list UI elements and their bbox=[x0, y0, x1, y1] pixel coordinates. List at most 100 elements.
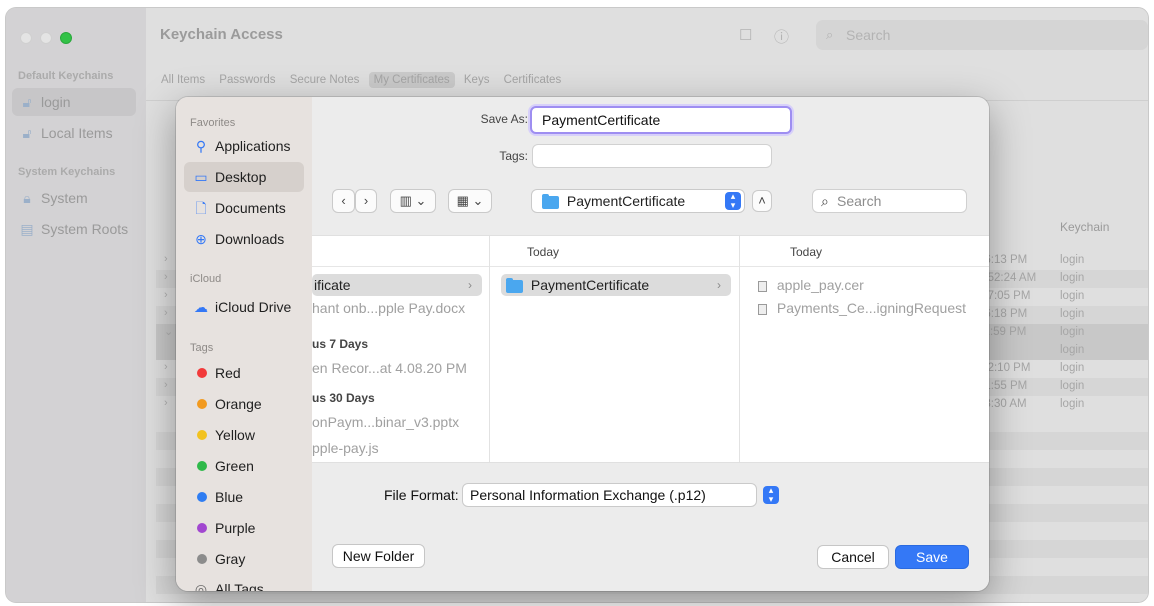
chevron-left-icon: ‹ bbox=[341, 193, 346, 208]
red-tag-dot-icon bbox=[197, 368, 207, 378]
chevron-right-icon[interactable]: › bbox=[164, 379, 168, 391]
chevron-right-icon[interactable]: › bbox=[164, 253, 168, 265]
tab-keys[interactable]: Keys bbox=[459, 72, 495, 88]
divider bbox=[740, 266, 989, 267]
tab-secure-notes[interactable]: Secure Notes bbox=[285, 72, 365, 88]
list-item[interactable]: onPaym...binar_v3.pptx bbox=[312, 411, 482, 433]
group-by-button[interactable]: ▦ ⌄ bbox=[448, 189, 492, 213]
tab-my-certificates[interactable]: My Certificates bbox=[368, 72, 455, 88]
sidebar-tag-purple[interactable]: Purple bbox=[184, 513, 304, 543]
list-item[interactable]: apple_pay.cer bbox=[758, 274, 983, 296]
row-keychain: login bbox=[1060, 398, 1085, 410]
sidebar-item-label: Local Items bbox=[41, 125, 113, 141]
file-format-popup[interactable]: Personal Information Exchange (.p12) bbox=[462, 483, 757, 507]
popup-stepper-icon[interactable]: ▴ ▾ bbox=[763, 486, 779, 504]
sidebar-item-label: Gray bbox=[215, 551, 246, 567]
keychain-sidebar: Default Keychains 🔓︎ login 🔓︎ Local Item… bbox=[6, 8, 146, 602]
sidebar-item-label: Green bbox=[215, 458, 254, 474]
file-name: Payments_Ce...igningRequest bbox=[776, 300, 966, 316]
list-item[interactable]: pple-pay.js bbox=[312, 437, 482, 459]
yellow-tag-dot-icon bbox=[197, 430, 207, 440]
sidebar-item-system[interactable]: 🔒︎ System bbox=[12, 184, 136, 212]
sidebar-tag-red[interactable]: Red bbox=[184, 358, 304, 388]
tags-heading: Tags bbox=[190, 342, 214, 354]
cloud-icon: ☁ bbox=[194, 299, 208, 315]
grid-icon: ▦ ⌄ bbox=[456, 193, 484, 208]
tags-label: Tags: bbox=[499, 149, 528, 163]
save-as-input[interactable]: PaymentCertificate bbox=[530, 106, 792, 134]
sidebar-item-label: Desktop bbox=[215, 169, 267, 185]
sidebar-item-applications[interactable]: ⚲ Applications bbox=[184, 131, 304, 161]
tab-certificates[interactable]: Certificates bbox=[499, 72, 567, 88]
default-keychains-heading: Default Keychains bbox=[18, 70, 114, 82]
chevron-right-icon[interactable]: › bbox=[164, 397, 168, 409]
window-title: Keychain Access bbox=[160, 26, 283, 43]
sidebar-item-label: Orange bbox=[215, 396, 262, 412]
tab-all-items[interactable]: All Items bbox=[156, 72, 210, 88]
keychain-search-field[interactable]: ⌕ Search bbox=[816, 20, 1148, 50]
tab-passwords[interactable]: Passwords bbox=[214, 72, 280, 88]
sidebar-item-login[interactable]: 🔓︎ login bbox=[12, 88, 136, 116]
sidebar-item-label: Yellow bbox=[215, 427, 255, 443]
desktop-icon: ▭ bbox=[194, 169, 208, 185]
minimize-window-button[interactable] bbox=[40, 32, 52, 44]
list-item[interactable]: Payments_Ce...igningRequest bbox=[758, 297, 983, 319]
list-item[interactable]: ificate › bbox=[312, 274, 482, 296]
sidebar-item-documents[interactable]: 🗋︎ Documents bbox=[184, 193, 304, 223]
sidebar-item-icloud-drive[interactable]: ☁ iCloud Drive bbox=[184, 292, 304, 322]
row-keychain: login bbox=[1060, 254, 1085, 266]
sidebar-tag-gray[interactable]: Gray bbox=[184, 544, 304, 574]
search-placeholder: Search bbox=[837, 193, 882, 209]
sidebar-item-downloads[interactable]: ⊕ Downloads bbox=[184, 224, 304, 254]
purple-tag-dot-icon bbox=[197, 523, 207, 533]
chevron-right-icon[interactable]: › bbox=[164, 307, 168, 319]
sidebar-item-local-items[interactable]: 🔓︎ Local Items bbox=[12, 119, 136, 147]
compose-icon[interactable]: ☐ bbox=[739, 26, 752, 44]
sidebar-tag-orange[interactable]: Orange bbox=[184, 389, 304, 419]
favorites-heading: Favorites bbox=[190, 117, 236, 129]
cancel-button[interactable]: Cancel bbox=[817, 545, 889, 569]
chevron-down-icon[interactable]: ⌄ bbox=[164, 325, 173, 338]
file-name: pple-pay.js bbox=[312, 440, 379, 456]
chevron-right-icon: › bbox=[468, 278, 472, 292]
back-button[interactable]: ‹ bbox=[332, 189, 355, 213]
sidebar-tag-green[interactable]: Green bbox=[184, 451, 304, 481]
column-header-keychain[interactable]: Keychain bbox=[1060, 220, 1109, 234]
save-button[interactable]: Save bbox=[895, 545, 969, 569]
zoom-window-button[interactable] bbox=[60, 32, 72, 44]
row-keychain: login bbox=[1060, 380, 1085, 392]
forward-button[interactable]: › bbox=[355, 189, 377, 213]
dialog-search-field[interactable]: ⌕ Search bbox=[812, 189, 967, 213]
column-divider bbox=[739, 236, 740, 462]
close-window-button[interactable] bbox=[20, 32, 32, 44]
lock-open-icon: 🔓︎ bbox=[22, 125, 32, 141]
list-item[interactable]: en Recor...at 4.08.20 PM bbox=[312, 357, 482, 379]
sidebar-item-desktop[interactable]: ▭ Desktop bbox=[184, 162, 304, 192]
row-keychain: login bbox=[1060, 362, 1085, 374]
collapse-button[interactable]: ˄ bbox=[752, 190, 772, 212]
chevron-right-icon[interactable]: › bbox=[164, 361, 168, 373]
search-icon: ⌕ bbox=[821, 193, 829, 209]
list-item[interactable]: hant onb...pple Pay.docx bbox=[312, 297, 482, 319]
new-folder-button[interactable]: New Folder bbox=[332, 544, 425, 568]
list-item[interactable]: PaymentCertificate › bbox=[501, 274, 731, 296]
sidebar-item-label: iCloud Drive bbox=[215, 299, 292, 315]
certificate-file-icon bbox=[758, 280, 767, 292]
location-popup[interactable]: PaymentCertificate ▴ ▾ bbox=[531, 189, 745, 213]
sidebar-tag-blue[interactable]: Blue bbox=[184, 482, 304, 512]
chevron-right-icon[interactable]: › bbox=[164, 271, 168, 283]
blue-tag-dot-icon bbox=[197, 492, 207, 502]
file-format-label: File Format: bbox=[384, 487, 459, 503]
chevron-right-icon[interactable]: › bbox=[164, 289, 168, 301]
sidebar-tag-yellow[interactable]: Yellow bbox=[184, 420, 304, 450]
sidebar-item-label: System Roots bbox=[41, 221, 129, 237]
sidebar-item-all-tags[interactable]: ◎ All Tags bbox=[184, 574, 304, 591]
view-mode-button[interactable]: ▥ ⌄ bbox=[390, 189, 436, 213]
info-icon[interactable]: ⓘ bbox=[774, 26, 789, 47]
column-header-date: Today bbox=[527, 245, 560, 259]
sidebar-item-system-roots[interactable]: ▤ System Roots bbox=[12, 215, 136, 243]
chevron-right-icon: › bbox=[363, 193, 369, 208]
columns-view-icon: ▥ ⌄ bbox=[399, 193, 427, 208]
tags-input[interactable] bbox=[532, 144, 772, 168]
orange-tag-dot-icon bbox=[197, 399, 207, 409]
